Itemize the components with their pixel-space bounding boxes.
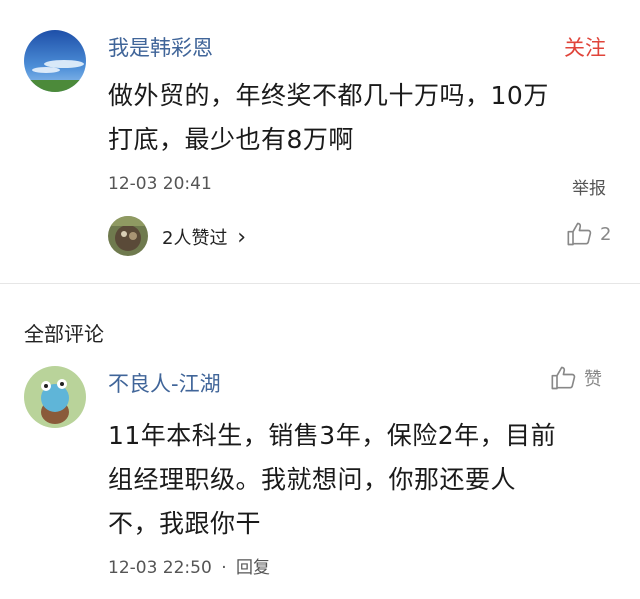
meta-separator: · (221, 558, 227, 578)
post-author-avatar[interactable] (24, 30, 86, 92)
sky-avatar-image (24, 30, 86, 92)
thumbs-up-icon (551, 366, 576, 390)
post-content: 做外贸的，年终奖不都几十万吗，10万 打底，最少也有8万啊 (108, 74, 628, 162)
follow-button[interactable]: 关注 (564, 32, 606, 62)
thumbs-up-icon (567, 222, 592, 246)
section-title: 全部评论 (24, 322, 104, 346)
comment-author-name[interactable]: 不良人-江湖 (108, 368, 221, 398)
post-like-button[interactable]: 2 (566, 220, 611, 248)
comment-timestamp: 12-03 22:50 (108, 558, 212, 578)
post-like-count: 2 (600, 223, 612, 245)
post-author-name[interactable]: 我是韩彩恩 (108, 32, 213, 62)
animal-avatar-image (108, 216, 148, 256)
likers-link[interactable]: 2人赞过 › (162, 224, 246, 250)
report-button[interactable]: 举报 (572, 174, 606, 199)
post-timestamp: 12-03 20:41 (108, 174, 212, 194)
post-content-line: 打底，最少也有8万啊 (108, 125, 354, 154)
likers-label: 2人赞过 (162, 228, 228, 249)
liker-avatar[interactable] (108, 216, 148, 256)
comment-like-label: 赞 (584, 369, 602, 390)
comment-meta: 12-03 22:50 · 回复 (108, 553, 270, 578)
character-avatar-image (24, 366, 86, 428)
comment-content: 11年本科生，销售3年，保险2年，目前 组经理职级。我就想问，你那还要人 不，我… (108, 414, 628, 546)
comment-content-line: 11年本科生，销售3年，保险2年，目前 (108, 421, 557, 450)
reply-button[interactable]: 回复 (236, 558, 270, 578)
chevron-right-icon: › (237, 225, 246, 250)
comment-like-button[interactable]: 赞 (550, 364, 602, 392)
post-divider (0, 283, 640, 284)
comment-author-avatar[interactable] (24, 366, 86, 428)
comment-content-line: 组经理职级。我就想问，你那还要人 (108, 465, 517, 494)
post-content-line: 做外贸的，年终奖不都几十万吗，10万 (108, 81, 549, 110)
comment-content-line: 不，我跟你干 (108, 509, 262, 538)
